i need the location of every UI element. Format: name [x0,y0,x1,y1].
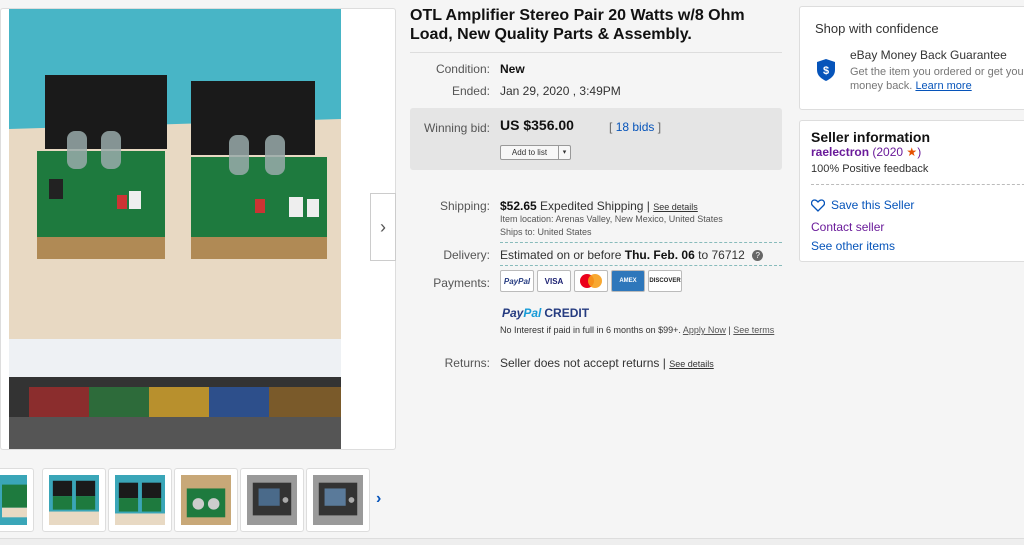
thumbnail-image [0,475,27,525]
thumbnail[interactable] [108,468,172,532]
see-terms-link[interactable]: See terms [733,325,774,335]
condition-value: New [500,62,525,76]
thumbnail[interactable] [42,468,106,532]
shop-confidence-heading: Shop with confidence [815,21,939,36]
ships-to: Ships to: United States [500,227,592,237]
ended-value: Jan 29, 2020 , 3:49PM [500,84,621,98]
contact-seller-link[interactable]: Contact seller [811,220,884,234]
delivery-zip[interactable]: 76712 [711,248,744,262]
shipping-method: Expedited Shipping | [540,199,650,213]
thumbnail-image [313,475,363,525]
returns-info: Seller does not accept returns | See det… [500,356,714,370]
bottom-strip [0,538,1024,545]
thumbnail[interactable] [0,468,34,532]
learn-more-link[interactable]: Learn more [915,80,971,92]
paypal-credit-brand-2: Pal [523,306,542,320]
main-photo-panel[interactable] [0,8,396,450]
seller-score-value: (2020 [872,145,904,159]
thumbnail[interactable] [174,468,238,532]
visa-logo: VISA [537,270,571,292]
next-image-button[interactable]: › [370,193,396,261]
returns-value: Seller does not accept returns | [500,356,666,370]
shipping-info: $52.65 Expedited Shipping | See details [500,199,698,213]
delivery-label: Delivery: [443,248,490,262]
delivery-date: Thu. Feb. 06 [624,248,695,262]
bid-history-link[interactable]: 18 bids [616,120,655,134]
mastercard-logo [574,270,608,292]
bid-count-close: ] [657,120,662,134]
winning-bid-label: Winning bid: [423,121,490,135]
svg-text:$: $ [823,65,829,77]
save-seller-button[interactable]: Save this Seller [811,198,914,212]
divider [410,52,782,53]
thumbnail[interactable] [306,468,370,532]
thumbnail-image [247,475,297,525]
payment-logos: PayPal VISA AMEX DISCOVER [500,270,682,292]
shipping-details-link[interactable]: See details [653,202,698,212]
seller-info-heading: Seller information [811,129,931,145]
apply-now-link[interactable]: Apply Now [683,325,726,335]
paypal-credit-text: No Interest if paid in full in 6 months … [500,325,681,335]
payments-label: Payments: [433,276,490,290]
returns-details-link[interactable]: See details [669,359,714,369]
star-icon: ★ [906,145,918,159]
heart-icon [811,198,825,212]
money-back-guarantee-desc: Get the item you ordered or get your mon… [850,65,1024,93]
condition-label: Condition: [435,62,490,76]
seller-name-line: raelectron (2020 ★) [811,145,921,159]
mastercard-icon [580,274,602,288]
bid-count: [ 18 bids ] [609,120,661,134]
winning-bid-price: US $356.00 [500,117,574,133]
returns-label: Returns: [444,356,490,370]
thumbnail[interactable] [240,468,304,532]
divider [811,184,1024,185]
save-seller-label: Save this Seller [831,198,915,212]
divider [500,242,782,243]
thumbnail-image [181,475,231,525]
thumbnail-image [49,475,99,525]
add-to-list-button[interactable]: Add to list ▾ [500,145,571,160]
main-product-photo [9,9,341,449]
seller-feedback-score[interactable]: (2020 ★) [872,145,921,159]
paypal-credit-terms: No Interest if paid in full in 6 months … [500,325,785,336]
discover-logo: DISCOVER [648,270,682,292]
thumbnail-image [115,475,165,525]
bid-count-open: [ [609,120,613,134]
separator: | [728,325,731,335]
shipping-label: Shipping: [439,199,490,213]
seller-information-card: Seller information raelectron (2020 ★) 1… [799,120,1024,262]
item-location: Item location: Arenas Valley, New Mexico… [500,214,723,224]
paypal-logo: PayPal [500,270,534,292]
shop-with-confidence-card: Shop with confidence $ eBay Money Back G… [799,6,1024,110]
ended-label: Ended: [451,84,490,98]
money-back-guarantee-title: eBay Money Back Guarantee [850,48,1007,62]
thumbnail-strip: › [0,468,400,534]
seller-score-close: ) [917,145,922,159]
chevron-right-icon: › [380,216,386,237]
amex-logo: AMEX [611,270,645,292]
paypal-credit-logo: PayPal CREDIT [502,306,589,320]
paypal-credit-brand-1: Pay [502,306,524,320]
see-other-items-link[interactable]: See other items [811,239,895,253]
paypal-credit-word: CREDIT [544,306,590,320]
delivery-info: Estimated on or before Thu. Feb. 06 to 7… [500,248,764,262]
thumbnails-next-icon[interactable]: › [376,490,381,508]
winning-bid-box [410,108,782,170]
shipping-price: $52.65 [500,199,537,213]
seller-positive-feedback: 100% Positive feedback [811,163,929,175]
divider [500,265,782,266]
shield-icon: $ [817,59,835,81]
add-to-list-label: Add to list [511,148,548,157]
seller-name-link[interactable]: raelectron [811,145,869,159]
listing-title: OTL Amplifier Stereo Pair 20 Watts w/8 O… [410,7,745,43]
delivery-prefix: Estimated on or before [500,248,622,262]
chevron-down-icon[interactable]: ▾ [558,146,570,159]
delivery-mid: to [698,248,709,262]
help-icon[interactable]: ? [752,250,764,262]
